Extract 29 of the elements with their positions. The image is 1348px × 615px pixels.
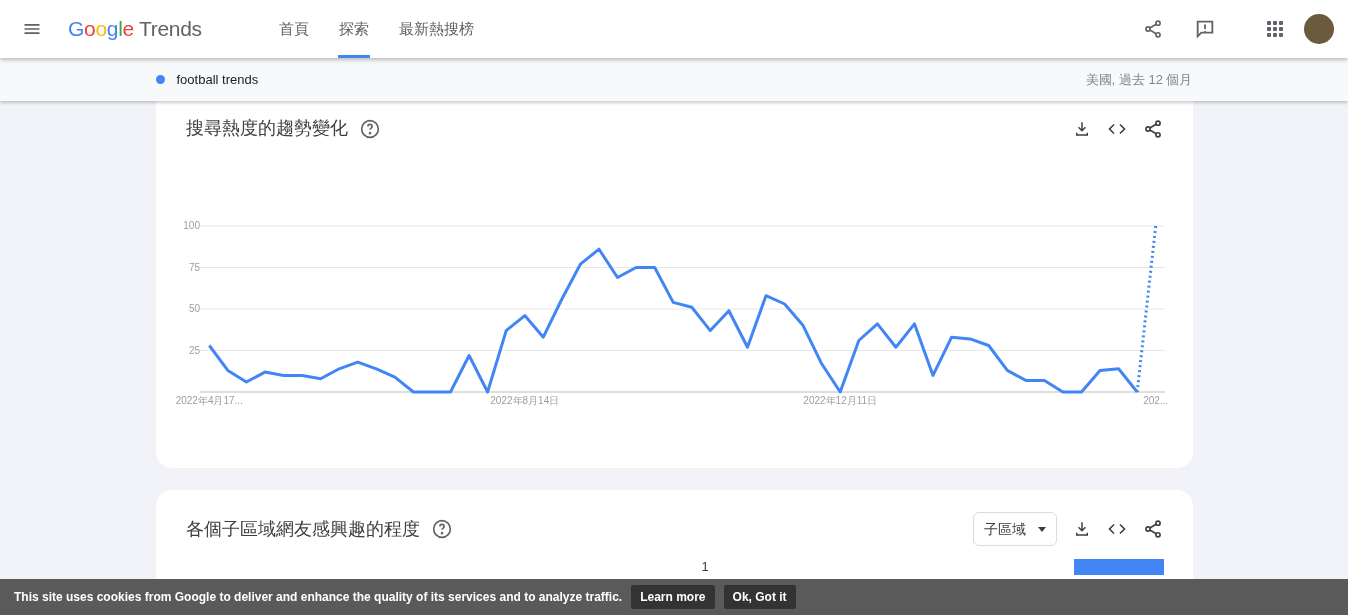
caret-icon [1037,526,1046,532]
x-tick-label: 202... [1142,395,1168,406]
y-tick-label: 100 [182,220,200,231]
card-title: 各個子區域網友感興趣的程度 [185,517,420,541]
rank-number: 1 [701,558,709,576]
y-tick-label: 50 [188,303,200,314]
nav-tab[interactable]: 最新熱搜榜 [397,0,475,58]
apps-grid-icon[interactable] [1266,20,1284,38]
cookie-notice: This site uses cookies from Google to deliver and enhance the quality of its services and to analyze traffic. [14,589,623,606]
x-tick-label: 2022年4月17... [175,395,243,406]
y-tick-label: 75 [188,261,200,273]
app-logo[interactable]: Google Trends [68,13,202,45]
search-term: football trends [176,70,259,89]
share-icon[interactable] [1143,19,1163,39]
region-dropdown[interactable]: 子區域 [972,512,1057,546]
help-icon[interactable] [431,519,452,539]
x-tick-label: 2022年12月11日 [802,395,877,406]
feedback-icon[interactable] [1194,18,1216,40]
user-avatar[interactable] [1304,14,1334,44]
x-tick-label: 2022年8月14日 [489,395,559,406]
share-icon[interactable] [1142,118,1163,139]
share-icon[interactable] [1142,519,1163,539]
y-tick-label: 25 [188,344,200,356]
help-icon[interactable] [359,118,380,139]
cookie-button[interactable]: Learn more [631,585,715,609]
scope-label: 美國, 過去 12 個月 [1085,70,1193,89]
cookie-button[interactable]: Ok, Got it [723,585,796,609]
card-title: 搜尋熱度的趨勢變化 [185,117,348,140]
nav-tab[interactable]: 首頁 [277,0,310,58]
